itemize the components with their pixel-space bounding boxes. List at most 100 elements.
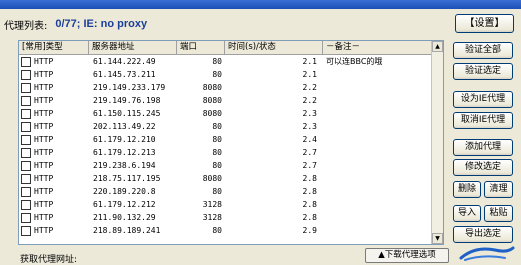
list-rows: HTTP 61.144.222.49 80 2.1 可以连BBC的哦 HTTP … [19,55,432,237]
set-ie-proxy-button[interactable]: 设为IE代理 [453,91,513,108]
table-row[interactable]: HTTP 218.75.117.195 8080 2.8 [19,172,432,185]
row-port: 8080 [202,174,222,183]
row-checkbox[interactable] [21,160,31,171]
status-bar: 代理列表: 0/77; IE: no proxy [4,14,444,34]
table-row[interactable]: HTTP 219.149.233.179 8080 2.2 [19,81,432,94]
table-row[interactable]: HTTP 61.145.73.211 80 2.1 [19,68,432,81]
clear-button[interactable]: 清理 [484,181,513,198]
proxy-list-label: 代理列表: [4,20,48,32]
row-address: 218.75.117.195 [93,174,161,183]
table-row[interactable]: HTTP 61.179.12.212 3128 2.8 [19,198,432,211]
row-port: 80 [212,187,222,196]
verify-selected-button[interactable]: 验证选定 [453,63,513,80]
scroll-up-arrow-icon[interactable]: ▲ [432,41,443,52]
column-header-address[interactable]: 服务器地址 [89,41,177,54]
row-note: 可以连BBC的哦 [326,57,383,66]
row-checkbox[interactable] [21,186,31,197]
row-checkbox[interactable] [21,225,31,236]
row-address: 220.189.220.8 [93,187,156,196]
list-header: [常用]类型 服务器地址 端口 时间(s)/状态 －备注－ [19,41,443,55]
row-checkbox[interactable] [21,95,31,106]
table-row[interactable]: HTTP 219.149.76.198 8080 2.2 [19,94,432,107]
settings-button[interactable]: 【设置】 [455,14,514,33]
row-checkbox[interactable] [21,147,31,158]
row-time: 2.1 [302,70,317,79]
table-row[interactable]: HTTP 219.238.6.194 80 2.7 [19,159,432,172]
row-checkbox[interactable] [21,121,31,132]
add-proxy-button[interactable]: 添加代理 [453,139,513,156]
row-checkbox[interactable] [21,82,31,93]
table-row[interactable]: HTTP 218.89.189.241 80 2.9 [19,224,432,237]
table-row[interactable]: HTTP 61.150.115.245 8080 2.3 [19,107,432,120]
row-checkbox[interactable] [21,56,31,67]
app-logo-icon [459,246,515,261]
column-header-note[interactable]: －备注－ [323,41,432,54]
table-row[interactable]: HTTP 61.144.222.49 80 2.1 可以连BBC的哦 [19,55,432,68]
row-port: 3128 [202,200,222,209]
row-address: 219.238.6.194 [93,161,156,170]
row-port: 80 [212,122,222,131]
row-checkbox[interactable] [21,212,31,223]
table-row[interactable]: HTTP 211.90.132.29 3128 2.8 [19,211,432,224]
row-time: 2.3 [302,109,317,118]
row-type: HTTP [34,213,54,222]
verify-all-button[interactable]: 验证全部 [453,42,513,59]
row-port: 8080 [202,109,222,118]
edit-selected-button[interactable]: 修改选定 [453,159,513,176]
row-port: 8080 [202,96,222,105]
row-port: 80 [212,70,222,79]
row-time: 2.4 [302,135,317,144]
row-time: 2.2 [302,96,317,105]
row-address: 219.149.233.179 [93,83,166,92]
proxy-list[interactable]: [常用]类型 服务器地址 端口 时间(s)/状态 －备注－ HTTP 61.14… [18,40,444,245]
proxy-status-text: 0/77; IE: no proxy [55,18,148,30]
table-row[interactable]: HTTP 61.179.12.210 80 2.4 [19,133,432,146]
row-address: 61.144.222.49 [93,57,156,66]
row-checkbox[interactable] [21,173,31,184]
table-row[interactable]: HTTP 220.189.220.8 80 2.8 [19,185,432,198]
row-time: 2.7 [302,148,317,157]
row-type: HTTP [34,122,54,131]
row-port: 80 [212,57,222,66]
paste-button[interactable]: 粘贴 [484,205,513,222]
row-address: 211.90.132.29 [93,213,156,222]
row-address: 61.150.115.245 [93,109,161,118]
scroll-down-arrow-icon[interactable]: ▼ [432,233,443,244]
row-time: 2.1 [302,57,317,66]
row-time: 2.2 [302,83,317,92]
row-time: 2.7 [302,161,317,170]
row-type: HTTP [34,70,54,79]
row-address: 61.145.73.211 [93,70,156,79]
row-port: 80 [212,161,222,170]
export-selected-button[interactable]: 导出选定 [453,226,513,243]
import-button[interactable]: 导入 [453,205,481,222]
row-checkbox[interactable] [21,199,31,210]
row-type: HTTP [34,57,54,66]
table-row[interactable]: HTTP 61.179.12.213 80 2.7 [19,146,432,159]
row-port: 80 [212,135,222,144]
delete-button[interactable]: 删除 [453,181,481,198]
fetch-proxy-url-label: 获取代理网址: [20,255,78,265]
row-time: 2.9 [302,226,317,235]
row-address: 219.149.76.198 [93,96,161,105]
row-checkbox[interactable] [21,134,31,145]
table-row[interactable]: HTTP 202.113.49.22 80 2.3 [19,120,432,133]
column-header-time[interactable]: 时间(s)/状态 [225,41,323,54]
row-port: 80 [212,148,222,157]
row-checkbox[interactable] [21,108,31,119]
row-type: HTTP [34,83,54,92]
row-time: 2.8 [302,174,317,183]
row-checkbox[interactable] [21,69,31,80]
cancel-ie-proxy-button[interactable]: 取消IE代理 [453,112,513,129]
row-type: HTTP [34,148,54,157]
row-port: 3128 [202,213,222,222]
row-address: 61.179.12.212 [93,200,156,209]
row-port: 8080 [202,83,222,92]
row-time: 2.8 [302,200,317,209]
row-type: HTTP [34,187,54,196]
column-header-port[interactable]: 端口 [177,41,225,54]
row-address: 218.89.189.241 [93,226,161,235]
column-header-type[interactable]: [常用]类型 [19,41,89,54]
row-type: HTTP [34,109,54,118]
list-scrollbar[interactable]: ▲ ▼ [431,41,443,244]
